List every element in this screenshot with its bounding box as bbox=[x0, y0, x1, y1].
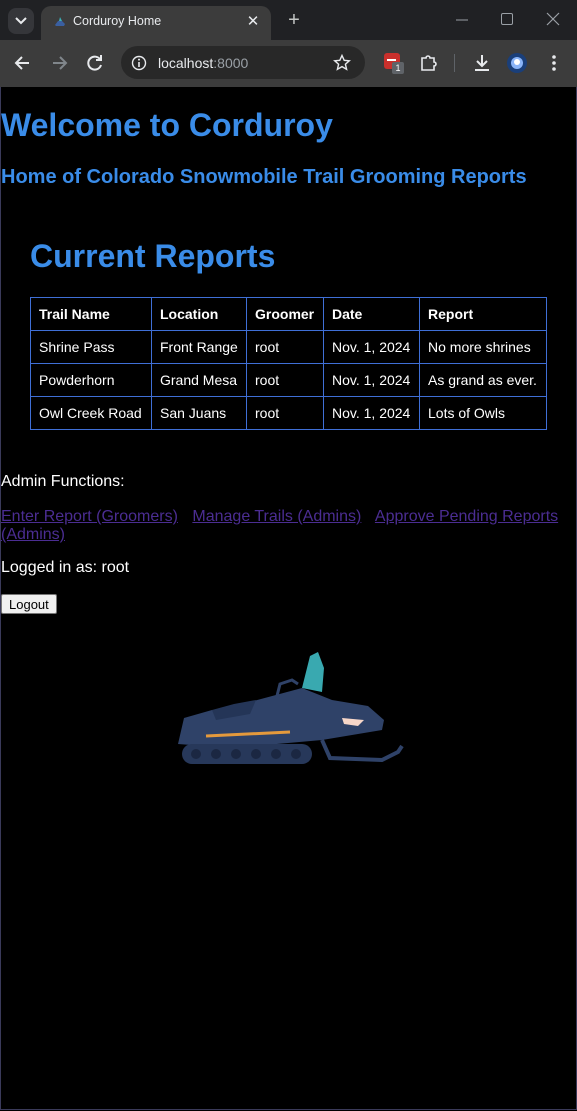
snowmobile-favicon-icon bbox=[55, 17, 65, 26]
chevron-down-icon bbox=[15, 17, 27, 25]
new-tab-icon[interactable]: + bbox=[284, 8, 304, 32]
column-header: Location bbox=[151, 297, 247, 331]
table-cell: Grand Mesa bbox=[151, 363, 247, 397]
table-cell: root bbox=[246, 330, 324, 364]
reports-heading: Current Reports bbox=[30, 238, 276, 274]
maximize-icon[interactable] bbox=[500, 12, 514, 26]
logout-button[interactable]: Logout bbox=[1, 594, 57, 614]
tab-close-icon[interactable]: ✕ bbox=[243, 12, 263, 32]
extension-ublock-icon[interactable]: 1 bbox=[383, 52, 405, 74]
table-cell: root bbox=[246, 396, 324, 430]
admin-functions-label: Admin Functions: bbox=[1, 473, 125, 490]
page-subtitle: Home of Colorado Snowmobile Trail Groomi… bbox=[1, 166, 527, 188]
url-port: :8000 bbox=[213, 55, 249, 71]
table-cell: Nov. 1, 2024 bbox=[323, 396, 420, 430]
page-title: Welcome to Corduroy bbox=[1, 107, 333, 143]
extensions-puzzle-icon[interactable] bbox=[418, 52, 440, 74]
table-row: Shrine Pass Front Range root Nov. 1, 202… bbox=[30, 330, 547, 364]
bookmark-star-icon[interactable] bbox=[333, 54, 351, 72]
table-header-row: Trail Name Location Groomer Date Report bbox=[30, 297, 547, 331]
table-cell: root bbox=[246, 363, 324, 397]
browser-tab[interactable]: Corduroy Home ✕ bbox=[41, 6, 271, 40]
table-cell: Lots of Owls bbox=[419, 396, 547, 430]
table-row: Owl Creek Road San Juans root Nov. 1, 20… bbox=[30, 396, 547, 430]
table-cell: Powderhorn bbox=[30, 363, 152, 397]
tab-bar: Corduroy Home ✕ + bbox=[0, 0, 577, 40]
logged-in-status: Logged in as: root bbox=[1, 559, 130, 576]
column-header: Report bbox=[419, 297, 547, 331]
admin-links: Enter Report (Groomers) Manage Trails (A… bbox=[1, 508, 575, 544]
window-close-icon[interactable] bbox=[545, 11, 561, 27]
browser-chrome: Corduroy Home ✕ + localhost:8000 1 bbox=[0, 0, 577, 87]
reports-table: Trail Name Location Groomer Date Report … bbox=[30, 297, 547, 430]
table-cell: San Juans bbox=[151, 396, 247, 430]
forward-arrow-icon[interactable] bbox=[48, 52, 70, 74]
column-header: Date bbox=[323, 297, 420, 331]
url-text: localhost:8000 bbox=[158, 55, 248, 71]
download-icon[interactable] bbox=[471, 52, 493, 74]
table-cell: Nov. 1, 2024 bbox=[323, 363, 420, 397]
manage-trails-link[interactable]: Manage Trails (Admins) bbox=[192, 508, 361, 525]
reload-icon[interactable] bbox=[84, 52, 106, 74]
table-row: Powderhorn Grand Mesa root Nov. 1, 2024 … bbox=[30, 363, 547, 397]
table-cell: Front Range bbox=[151, 330, 247, 364]
profile-avatar-icon[interactable] bbox=[506, 52, 528, 74]
back-arrow-icon[interactable] bbox=[12, 52, 34, 74]
column-header: Trail Name bbox=[30, 297, 152, 331]
more-menu-icon[interactable] bbox=[543, 52, 565, 74]
enter-report-link[interactable]: Enter Report (Groomers) bbox=[1, 508, 178, 525]
table-cell: No more shrines bbox=[419, 330, 547, 364]
table-cell: As grand as ever. bbox=[419, 363, 547, 397]
tab-search-button[interactable] bbox=[8, 8, 34, 34]
address-bar[interactable]: localhost:8000 bbox=[121, 46, 365, 79]
url-host: localhost bbox=[158, 55, 214, 71]
toolbar-separator bbox=[454, 54, 455, 72]
table-cell: Nov. 1, 2024 bbox=[323, 330, 420, 364]
browser-toolbar: localhost:8000 1 bbox=[0, 40, 577, 87]
site-info-icon[interactable] bbox=[131, 55, 147, 71]
tab-title: Corduroy Home bbox=[73, 14, 162, 28]
table-cell: Owl Creek Road bbox=[30, 396, 152, 430]
minimize-icon[interactable] bbox=[454, 10, 470, 30]
extension-badge: 1 bbox=[392, 62, 404, 74]
table-cell: Shrine Pass bbox=[30, 330, 152, 364]
column-header: Groomer bbox=[246, 297, 324, 331]
snowmobile-illustration bbox=[178, 652, 404, 764]
